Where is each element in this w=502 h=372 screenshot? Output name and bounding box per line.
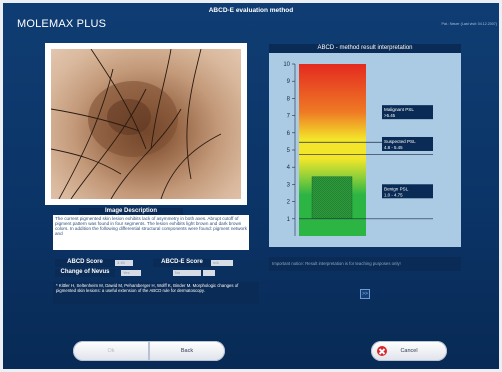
zone-range-1: >5.45 [384, 113, 396, 118]
change-of-nevus-label: Change of Nevus [55, 269, 115, 277]
chart-title: ABCD - method result interpretation [269, 44, 461, 53]
back-button[interactable]: Back [149, 341, 225, 361]
y-tick-label: 2 [287, 200, 291, 206]
zone-label-3: Benign PSL [384, 186, 409, 191]
app-window: ABCD-E evaluation method MOLEMAX PLUS Pa… [3, 3, 499, 369]
zone-label-2: Suspected PSL [384, 139, 416, 144]
back-button-label: Back [180, 348, 194, 354]
patient-info: Pat.: Neuer (Last visit: 04.12.2007) [441, 22, 497, 26]
y-tick-label: 4 [287, 165, 291, 171]
change-no-option[interactable]: No [173, 270, 201, 276]
description-text: The current pigmented skin lesion exhibi… [53, 215, 249, 250]
abcde-score-value: n/a [211, 260, 233, 266]
change-yes-option[interactable]: Yes [121, 270, 141, 276]
interpretation-chart: 1 2 3 4 5 6 7 8 9 10 Malignant PSL >5.45 Suspected P… [269, 53, 461, 247]
abcde-score-label: ABCD-E Score [153, 259, 211, 267]
y-tick-label: 6 [287, 131, 291, 137]
y-tick-label: 8 [287, 96, 291, 102]
y-tick-label: 7 [287, 114, 291, 120]
zone-range-2: 4.8 - 5.45 [384, 145, 403, 150]
reference-text: * Kittler H, Seltenheim M, Dawid M, Peha… [53, 282, 259, 304]
score-bar [311, 176, 353, 220]
chart-svg: 1 2 3 4 5 6 7 8 9 10 Malignant PSL>5.45 Suspected P… [283, 62, 433, 236]
abcd-score-label: ABCD Score [55, 259, 115, 267]
ok-button-label: Ok [107, 348, 115, 354]
y-tick-label: 1 [287, 217, 291, 223]
zone-range-3: 1.0 - 4.75 [384, 192, 403, 197]
ok-button[interactable]: Ok [73, 341, 149, 361]
y-tick-label: 10 [283, 62, 290, 68]
y-tick-label: 5 [287, 148, 291, 154]
notice-text: Important notice: Result interpretation … [269, 257, 461, 271]
abcd-score-value: 3.45 [115, 260, 133, 266]
cancel-button[interactable]: Cancel [371, 341, 447, 361]
lesion-image [51, 49, 241, 199]
zone-label-1: Malignant PSL [384, 107, 414, 112]
next-small-button[interactable]: >> [360, 289, 370, 299]
change-extra-field[interactable] [203, 270, 215, 276]
cancel-icon [377, 346, 387, 356]
y-tick-label: 9 [287, 79, 291, 85]
cancel-button-label: Cancel [400, 348, 418, 354]
y-tick-label: 3 [287, 182, 291, 188]
brand-name: MOLEMAX PLUS [17, 18, 107, 30]
image-frame [45, 43, 247, 205]
window-title: ABCD-E evaluation method [208, 7, 294, 14]
